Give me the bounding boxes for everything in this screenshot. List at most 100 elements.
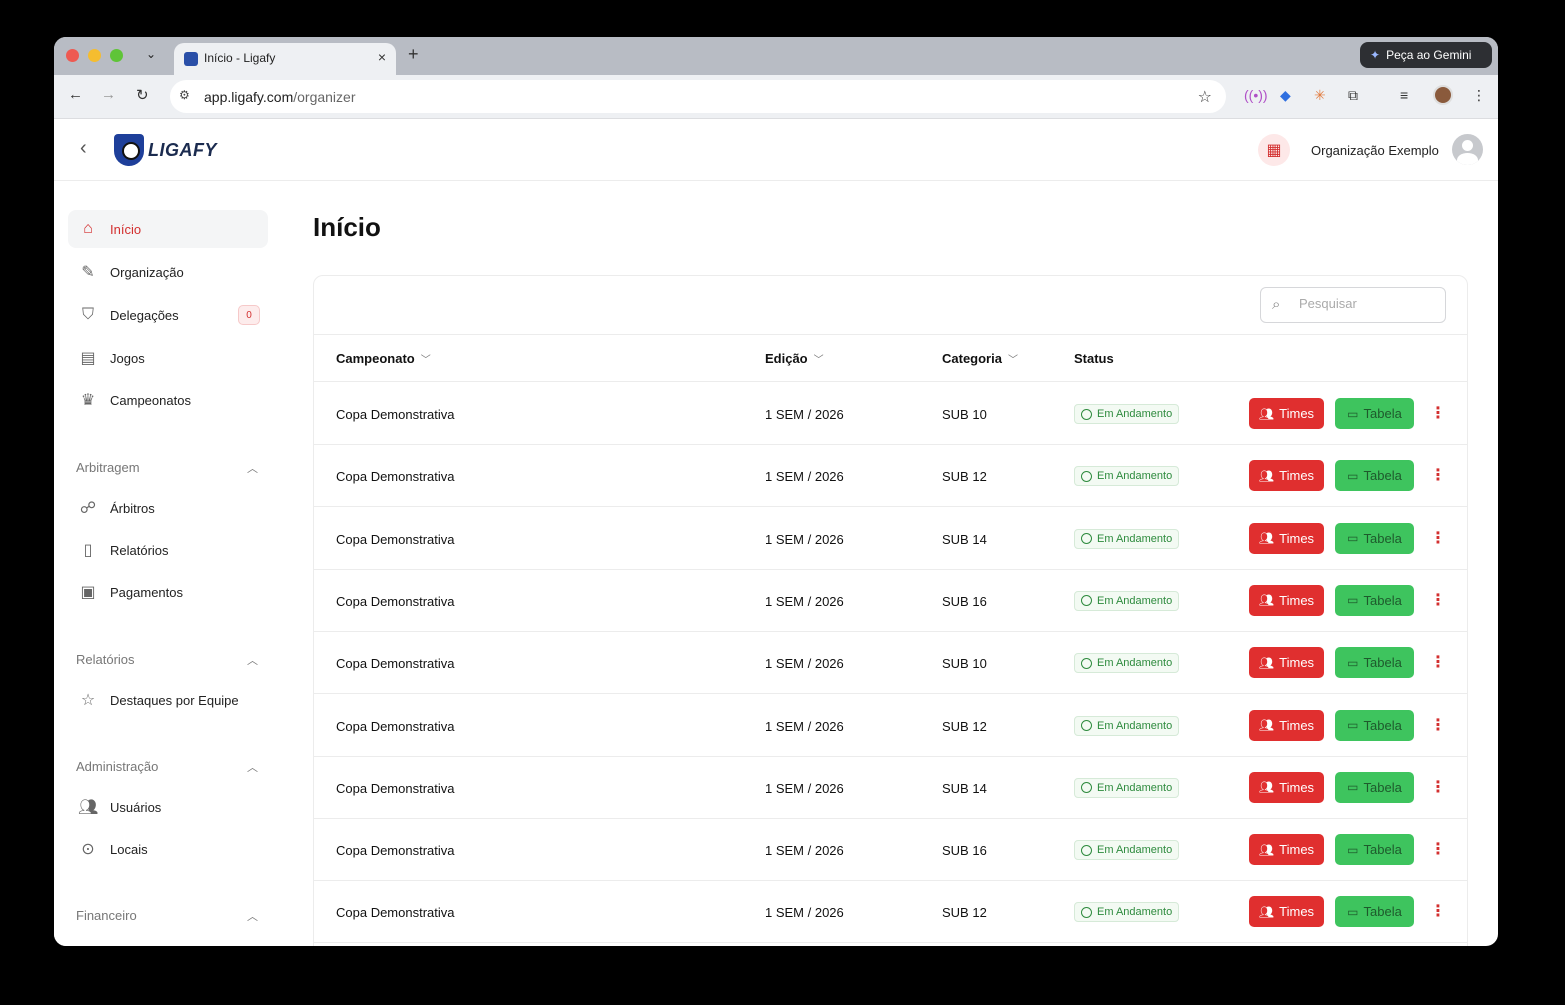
search-box[interactable]: ⌕ xyxy=(1260,287,1446,323)
reading-list-icon[interactable]: ≡ xyxy=(1400,87,1408,103)
tabela-button[interactable]: ▭ Tabela xyxy=(1335,834,1414,866)
sidebar-item-locais[interactable]: ⊙ Locais xyxy=(68,830,268,868)
sidebar-item-organizacao[interactable]: ✎ Organização xyxy=(68,253,268,291)
table-row[interactable]: Copa Demonstrativa 1 SEM / 2026 SUB 10 E… xyxy=(314,383,1467,445)
tabela-button[interactable]: ▭ Tabela xyxy=(1335,460,1414,492)
more-options-icon[interactable]: ⋮ xyxy=(1430,777,1446,799)
times-label: Times xyxy=(1279,904,1315,920)
sidebar-item-inicio[interactable]: ⌂ Início xyxy=(68,210,268,248)
tabela-button[interactable]: ▭ Tabela xyxy=(1335,709,1414,741)
more-options-icon[interactable]: ⋮ xyxy=(1430,403,1446,425)
maximize-window-button[interactable] xyxy=(110,49,123,62)
cell-campeonato: Copa Demonstrativa xyxy=(336,531,455,547)
chevron-up-icon[interactable]: ︿ xyxy=(247,908,258,924)
sidebar-item-jogos[interactable]: ▤ Jogos xyxy=(68,339,268,377)
times-label: Times xyxy=(1279,468,1315,484)
tabela-button[interactable]: ▭ Tabela xyxy=(1335,398,1414,429)
back-arrow-icon[interactable]: ← xyxy=(68,86,83,103)
tabela-button[interactable]: ▭ Tabela xyxy=(1335,584,1414,616)
times-button[interactable]: 👥︎ Times xyxy=(1249,647,1324,679)
sidebar-item-relatorios-arbitragem[interactable]: ▯ Relatórios xyxy=(68,531,268,569)
table-row[interactable]: Copa Demonstrativa 1 SEM / 2026 SUB 14 E… xyxy=(314,757,1467,819)
tabela-button[interactable]: ▭ Tabela xyxy=(1335,647,1414,679)
times-button[interactable]: 👥︎ Times xyxy=(1249,834,1324,866)
address-bar[interactable]: ⚙ app.ligafy.com/organizer ☆ xyxy=(170,80,1226,113)
search-input[interactable] xyxy=(1299,296,1439,311)
bookmark-star-icon[interactable]: ☆ xyxy=(1198,87,1212,107)
user-avatar[interactable] xyxy=(1452,134,1483,165)
sidebar-item-destaques[interactable]: ☆ Destaques por Equipe xyxy=(68,681,268,719)
extension-claude-icon[interactable]: ✳ xyxy=(1314,87,1326,104)
cell-campeonato: Copa Demonstrativa xyxy=(336,593,455,609)
site-settings-icon[interactable]: ⚙ xyxy=(179,88,190,102)
tabela-label: Tabela xyxy=(1363,842,1402,858)
users-icon: 👥︎ xyxy=(1258,780,1275,795)
new-tab-button[interactable]: + xyxy=(408,44,419,65)
championships-card: ⌕ Campeonato﹀ Edição﹀ Categoria﹀ Status … xyxy=(313,275,1468,946)
cell-campeonato: Copa Demonstrativa xyxy=(336,718,455,734)
times-button[interactable]: 👥︎ Times xyxy=(1249,398,1324,429)
sidebar-item-campeonatos[interactable]: ♛ Campeonatos xyxy=(68,381,268,419)
more-options-icon[interactable]: ⋮ xyxy=(1430,715,1446,737)
sidebar-item-pagamentos[interactable]: ▣ Pagamentos xyxy=(68,573,268,611)
section-financeiro[interactable]: Financeiro ︿ xyxy=(76,908,258,923)
column-header-edicao[interactable]: Edição ﹀ xyxy=(765,351,824,366)
browser-tab[interactable]: Início - Ligafy × xyxy=(174,43,396,75)
organization-name[interactable]: Organização Exemplo xyxy=(1311,143,1439,158)
more-options-icon[interactable]: ⋮ xyxy=(1430,590,1446,612)
times-button[interactable]: 👥︎ Times xyxy=(1249,896,1324,928)
sidebar-item-delegacoes[interactable]: ⛉ Delegações 0 xyxy=(68,296,268,334)
extension-radio-icon[interactable]: ((•)) xyxy=(1244,87,1268,103)
chevron-up-icon[interactable]: ︿ xyxy=(247,652,258,668)
table-row[interactable]: Copa Demonstrativa 1 SEM / 2026 SUB 16 E… xyxy=(314,819,1467,882)
building-icon[interactable]: ▦ xyxy=(1258,134,1290,166)
table-row[interactable]: Copa Demonstrativa 1 SEM / 2026 SUB 12 E… xyxy=(314,445,1467,508)
sidebar-item-usuarios[interactable]: 👥︎ Usuários xyxy=(68,788,268,826)
chevron-up-icon[interactable]: ︿ xyxy=(247,460,258,476)
sidebar-item-arbitros[interactable]: ☍ Árbitros xyxy=(68,489,268,527)
sidebar-item-label: Relatórios xyxy=(110,542,169,558)
table-row[interactable]: Copa Demonstrativa 1 SEM / 2026 SUB 12 E… xyxy=(314,695,1467,757)
section-arbitragem[interactable]: Arbitragem ︿ xyxy=(76,460,258,475)
minimize-window-button[interactable] xyxy=(88,49,101,62)
table-row[interactable]: Copa Demonstrativa 1 SEM / 2026 SUB 14 E… xyxy=(314,508,1467,570)
times-button[interactable]: 👥︎ Times xyxy=(1249,709,1324,741)
close-window-button[interactable] xyxy=(66,49,79,62)
more-options-icon[interactable]: ⋮ xyxy=(1430,465,1446,487)
tab-close-icon[interactable]: × xyxy=(378,49,386,65)
tabela-button[interactable]: ▭ Tabela xyxy=(1335,771,1414,803)
column-header-categoria[interactable]: Categoria ﹀ xyxy=(942,351,1018,366)
cell-edicao: 1 SEM / 2026 xyxy=(765,905,844,921)
back-chevron-icon[interactable]: ‹ xyxy=(80,137,87,160)
section-relatorios[interactable]: Relatórios ︿ xyxy=(76,652,258,667)
more-options-icon[interactable]: ⋮ xyxy=(1430,652,1446,674)
browser-profile-avatar[interactable] xyxy=(1433,85,1453,105)
ligafy-favicon-icon xyxy=(184,52,198,66)
more-options-icon[interactable]: ⋮ xyxy=(1430,528,1446,550)
tabela-button[interactable]: ▭ Tabela xyxy=(1335,522,1414,554)
times-button[interactable]: 👥︎ Times xyxy=(1249,771,1324,803)
table-row[interactable]: Copa Demonstrativa 1 SEM / 2026 SUB 10 E… xyxy=(314,632,1467,695)
reload-icon[interactable]: ↻ xyxy=(136,86,149,104)
table-row[interactable]: Copa Demonstrativa 1 SEM / 2026 SUB 16 E… xyxy=(314,570,1467,632)
more-options-icon[interactable]: ⋮ xyxy=(1430,839,1446,861)
ligafy-logo[interactable]: LIGAFY xyxy=(114,134,217,166)
times-button[interactable]: 👥︎ Times xyxy=(1249,584,1324,616)
forward-arrow-icon[interactable]: → xyxy=(101,86,116,103)
cell-edicao: 1 SEM / 2026 xyxy=(765,718,844,734)
section-administracao[interactable]: Administração ︿ xyxy=(76,759,258,774)
extensions-puzzle-icon[interactable]: ⧉ xyxy=(1348,87,1358,104)
more-options-icon[interactable]: ⋮ xyxy=(1430,901,1446,923)
table-row[interactable]: Copa Demonstrativa 1 SEM / 2026 SUB 12 E… xyxy=(314,881,1467,944)
column-header-campeonato[interactable]: Campeonato ﹀ xyxy=(336,351,431,366)
tab-search-chevron-icon[interactable]: ⌄ xyxy=(146,47,156,61)
users-icon: 👥︎ xyxy=(1258,718,1275,732)
tabela-button[interactable]: ▭ Tabela xyxy=(1335,896,1414,928)
times-button[interactable]: 👥︎ Times xyxy=(1249,522,1324,554)
tabela-label: Tabela xyxy=(1363,592,1402,608)
gemini-button[interactable]: ✦ Peça ao Gemini xyxy=(1360,42,1492,68)
times-button[interactable]: 👥︎ Times xyxy=(1249,460,1324,492)
chevron-up-icon[interactable]: ︿ xyxy=(247,759,258,775)
browser-menu-icon[interactable]: ⋮ xyxy=(1472,87,1486,104)
extension-tag-icon[interactable]: ◆ xyxy=(1280,87,1291,104)
